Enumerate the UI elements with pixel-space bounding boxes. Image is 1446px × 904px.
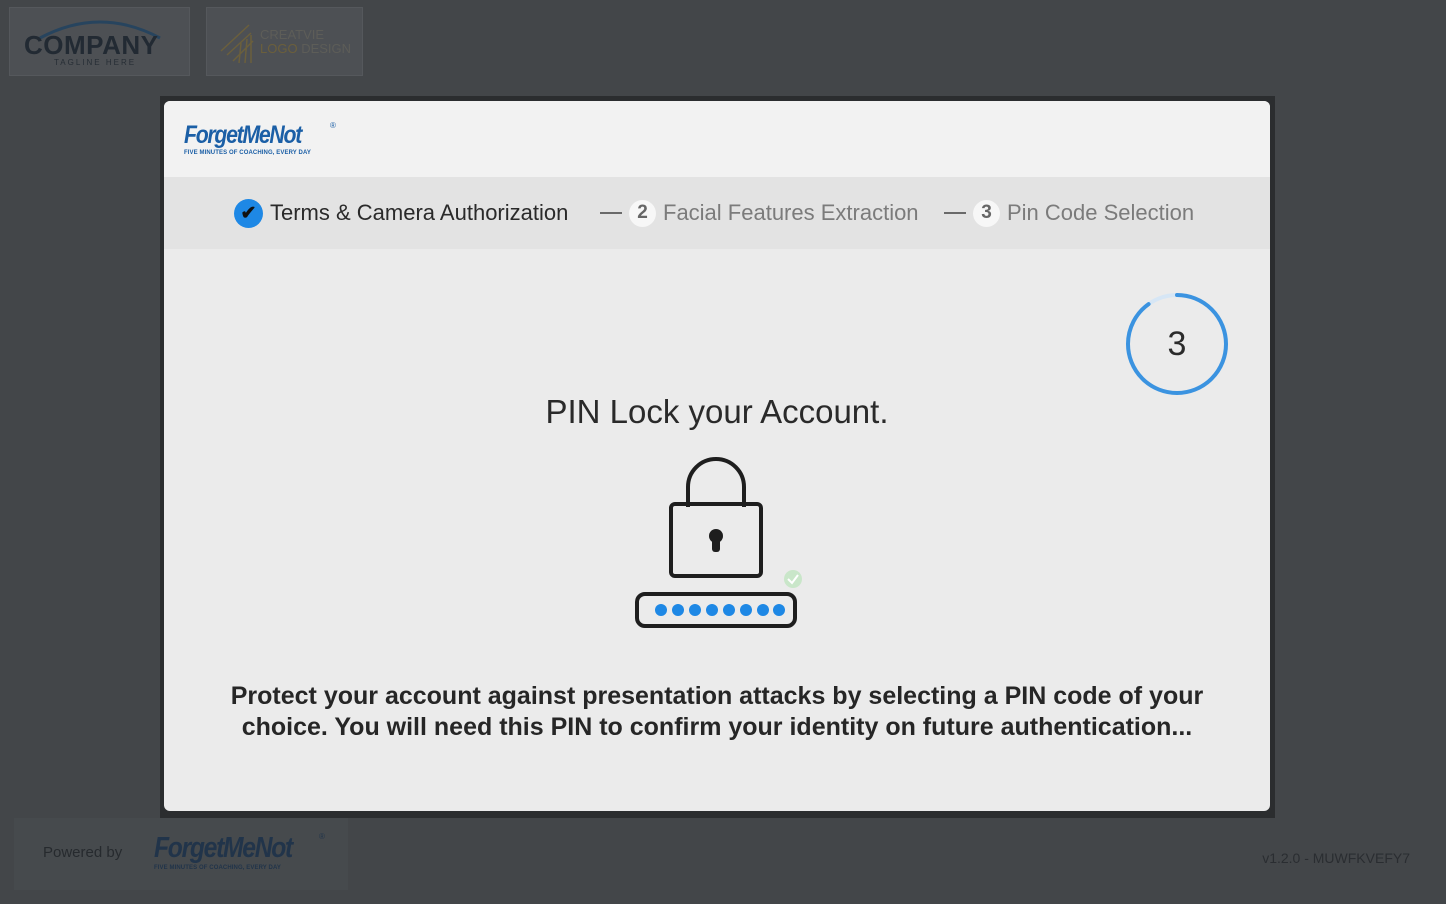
step-complete-check-icon: ✔	[234, 198, 263, 228]
footer-logo-title: ForgetMeNot	[154, 832, 293, 864]
modal-header: ForgetMeNot ® FIVE MINUTES OF COACHING, …	[164, 101, 1270, 177]
countdown-value: 3	[1167, 324, 1187, 363]
enrollment-modal: ForgetMeNot ® FIVE MINUTES OF COACHING, …	[164, 101, 1270, 811]
step-facial: 2 Facial Features Extraction	[629, 177, 919, 249]
creative-logo: CREATVIE LOGO DESIGN	[206, 7, 363, 76]
forgetmenot-logo-tagline: FIVE MINUTES OF COACHING, EVERY DAY	[184, 150, 311, 156]
powered-by-label: Powered by	[43, 844, 123, 861]
company-logo-tagline: TAGLINE HERE	[54, 58, 137, 67]
step-connector	[944, 212, 966, 214]
forgetmenot-logo-title: ForgetMeNot	[184, 121, 302, 149]
step-connector	[600, 212, 622, 214]
company-logo: COMPANY TAGLINE HERE	[9, 7, 190, 76]
step-facial-number: 2	[629, 199, 656, 227]
creative-logo-line2: LOGO DESIGN	[260, 41, 351, 56]
description-text: Protect your account against presentatio…	[230, 682, 1204, 741]
company-logo-name: COMPANY	[24, 30, 159, 60]
progress-stepper: ✔ Terms & Camera Authorization 2 Facial …	[164, 177, 1270, 249]
page-title: PIN Lock your Account.	[545, 393, 889, 430]
footer-registered-mark: ®	[319, 832, 325, 841]
countdown-timer: 3	[1124, 291, 1230, 397]
creative-logo-line1: CREATVIE	[260, 27, 325, 42]
powered-by-panel: Powered by ForgetMeNot ® FIVE MINUTES OF…	[14, 818, 348, 890]
footer-forgetmenot-logo: ForgetMeNot ® FIVE MINUTES OF COACHING, …	[154, 832, 325, 871]
creative-logo-mark-icon	[220, 24, 254, 64]
step-terms: ✔ Terms & Camera Authorization	[234, 177, 568, 249]
padlock-icon	[635, 457, 802, 628]
creative-logo-design: DESIGN	[297, 41, 352, 56]
step-facial-label: Facial Features Extraction	[663, 200, 919, 225]
footer-logo-tagline: FIVE MINUTES OF COACHING, EVERY DAY	[154, 865, 281, 871]
creative-logo-accent: LOGO	[260, 41, 298, 56]
pin-lock-illustration	[633, 457, 803, 642]
forgetmenot-logo: ForgetMeNot ® FIVE MINUTES OF COACHING, …	[184, 121, 336, 156]
version-label: v1.2.0 - MUWFKVEFY7	[1262, 850, 1410, 866]
step-pin-label: Pin Code Selection	[1007, 200, 1195, 225]
step-pin-number: 3	[973, 199, 1000, 227]
step-pin: 3 Pin Code Selection	[973, 177, 1194, 249]
step-terms-label: Terms & Camera Authorization	[270, 200, 569, 225]
registered-mark: ®	[330, 121, 336, 130]
